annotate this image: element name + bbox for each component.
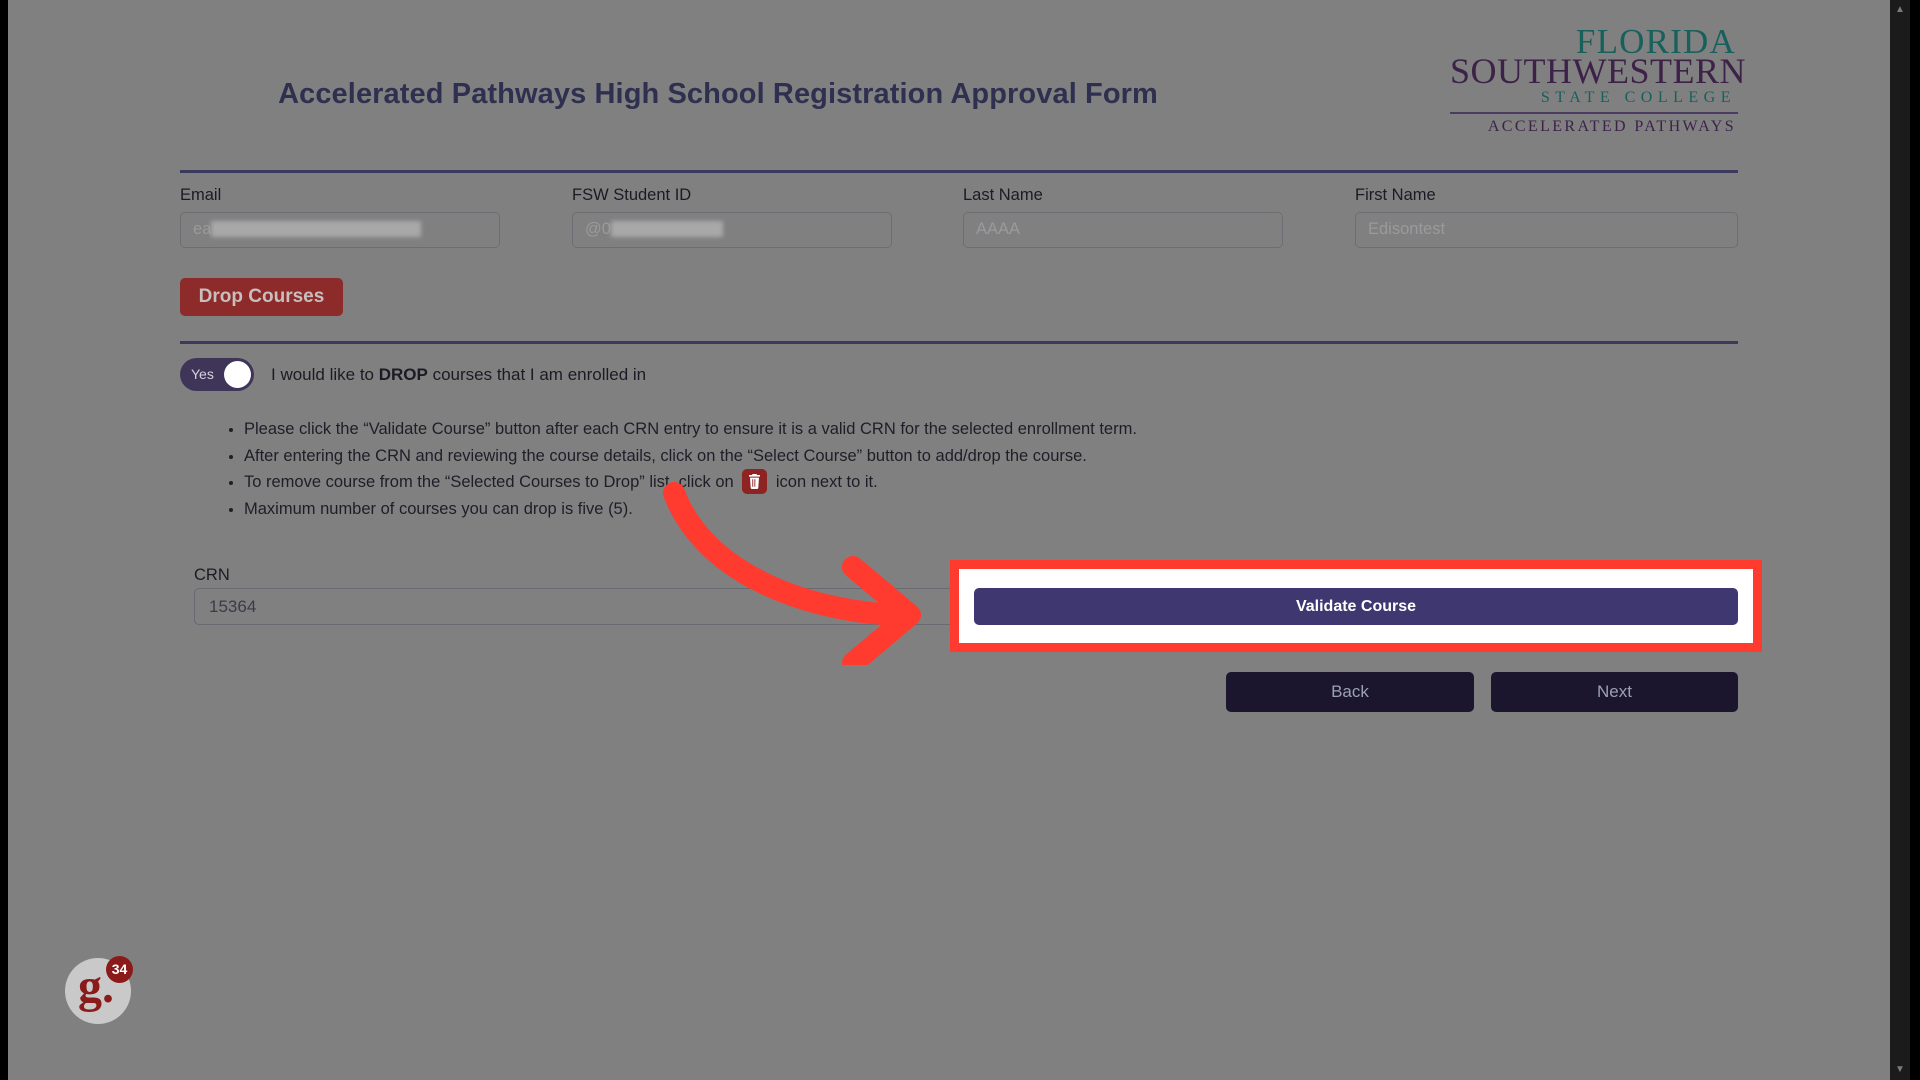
logo-line-state-college: STATE COLLEGE bbox=[1540, 89, 1736, 106]
list-item: Maximum number of courses you can drop i… bbox=[244, 496, 1137, 523]
list-item: Please click the “Validate Course” butto… bbox=[244, 416, 1137, 443]
fsw-logo: FLORIDA SOUTHWESTERN STATE COLLEGE ACCEL… bbox=[1450, 24, 1746, 135]
crn-label: CRN bbox=[194, 566, 230, 584]
divider-top bbox=[180, 170, 1738, 173]
drop-courses-button[interactable]: Drop Courses bbox=[180, 278, 343, 316]
first-name-input[interactable]: Edisontest bbox=[1355, 212, 1738, 248]
list-item-with-trash-icon: To remove course from the “Selected Cour… bbox=[244, 469, 1137, 496]
email-field-group: Email ea bbox=[180, 186, 500, 248]
next-button[interactable]: Next bbox=[1491, 672, 1738, 712]
vertical-scrollbar[interactable]: ▲ ▼ bbox=[1890, 0, 1910, 1080]
student-id-value: @0 bbox=[585, 220, 723, 239]
instructions-list: Please click the “Validate Course” butto… bbox=[220, 416, 1137, 522]
email-label: Email bbox=[180, 186, 222, 204]
student-id-field-group: FSW Student ID @0 bbox=[572, 186, 892, 248]
scroll-up-arrow-icon[interactable]: ▲ bbox=[1890, 0, 1910, 20]
registration-form-page: Accelerated Pathways High School Registr… bbox=[8, 0, 1890, 1080]
instruction-text-after: icon next to it. bbox=[771, 473, 878, 492]
last-name-field-group: Last Name AAAA bbox=[963, 186, 1283, 248]
list-item: After entering the CRN and reviewing the… bbox=[244, 443, 1137, 470]
email-value: ea bbox=[193, 220, 422, 239]
scroll-down-arrow-icon[interactable]: ▼ bbox=[1890, 1060, 1910, 1080]
logo-line-southwestern: SOUTHWESTERN bbox=[1450, 51, 1746, 91]
first-name-value: Edisontest bbox=[1368, 220, 1446, 238]
last-name-value: AAAA bbox=[976, 220, 1021, 238]
student-id-input[interactable]: @0 bbox=[572, 212, 892, 248]
divider-middle bbox=[180, 341, 1738, 344]
email-redaction bbox=[211, 221, 422, 237]
email-input[interactable]: ea bbox=[180, 212, 500, 248]
chat-widget-unread-badge: 34 bbox=[106, 956, 133, 983]
logo-line-accelerated-pathways: ACCELERATED PATHWAYS bbox=[1487, 118, 1736, 135]
drop-toggle-description: I would like to DROP courses that I am e… bbox=[271, 364, 647, 384]
last-name-label: Last Name bbox=[963, 186, 1043, 204]
drop-toggle-row: Yes I would like to DROP courses that I … bbox=[180, 358, 646, 391]
crn-input[interactable] bbox=[194, 588, 1006, 625]
back-button[interactable]: Back bbox=[1226, 672, 1474, 712]
last-name-input[interactable]: AAAA bbox=[963, 212, 1283, 248]
logo-divider bbox=[1450, 112, 1738, 114]
toggle-knob bbox=[224, 361, 251, 388]
student-id-redaction bbox=[610, 221, 723, 237]
browser-viewport: Accelerated Pathways High School Registr… bbox=[0, 0, 1920, 1080]
scrollbar-thumb[interactable] bbox=[1890, 20, 1910, 960]
page-title: Accelerated Pathways High School Registr… bbox=[278, 78, 1158, 110]
student-id-label: FSW Student ID bbox=[572, 186, 692, 204]
form-header: Accelerated Pathways High School Registr… bbox=[8, 0, 1890, 165]
drop-courses-toggle[interactable]: Yes bbox=[180, 358, 254, 391]
validate-course-button[interactable]: Validate Course bbox=[974, 588, 1738, 625]
first-name-field-group: First Name Edisontest bbox=[1355, 186, 1738, 248]
chat-widget-button[interactable]: g. 34 bbox=[65, 956, 133, 1024]
first-name-label: First Name bbox=[1355, 186, 1436, 204]
trash-icon bbox=[742, 469, 768, 495]
instruction-text-before: To remove course from the “Selected Cour… bbox=[244, 473, 739, 492]
drop-toggle-state-label: Yes bbox=[191, 366, 214, 382]
